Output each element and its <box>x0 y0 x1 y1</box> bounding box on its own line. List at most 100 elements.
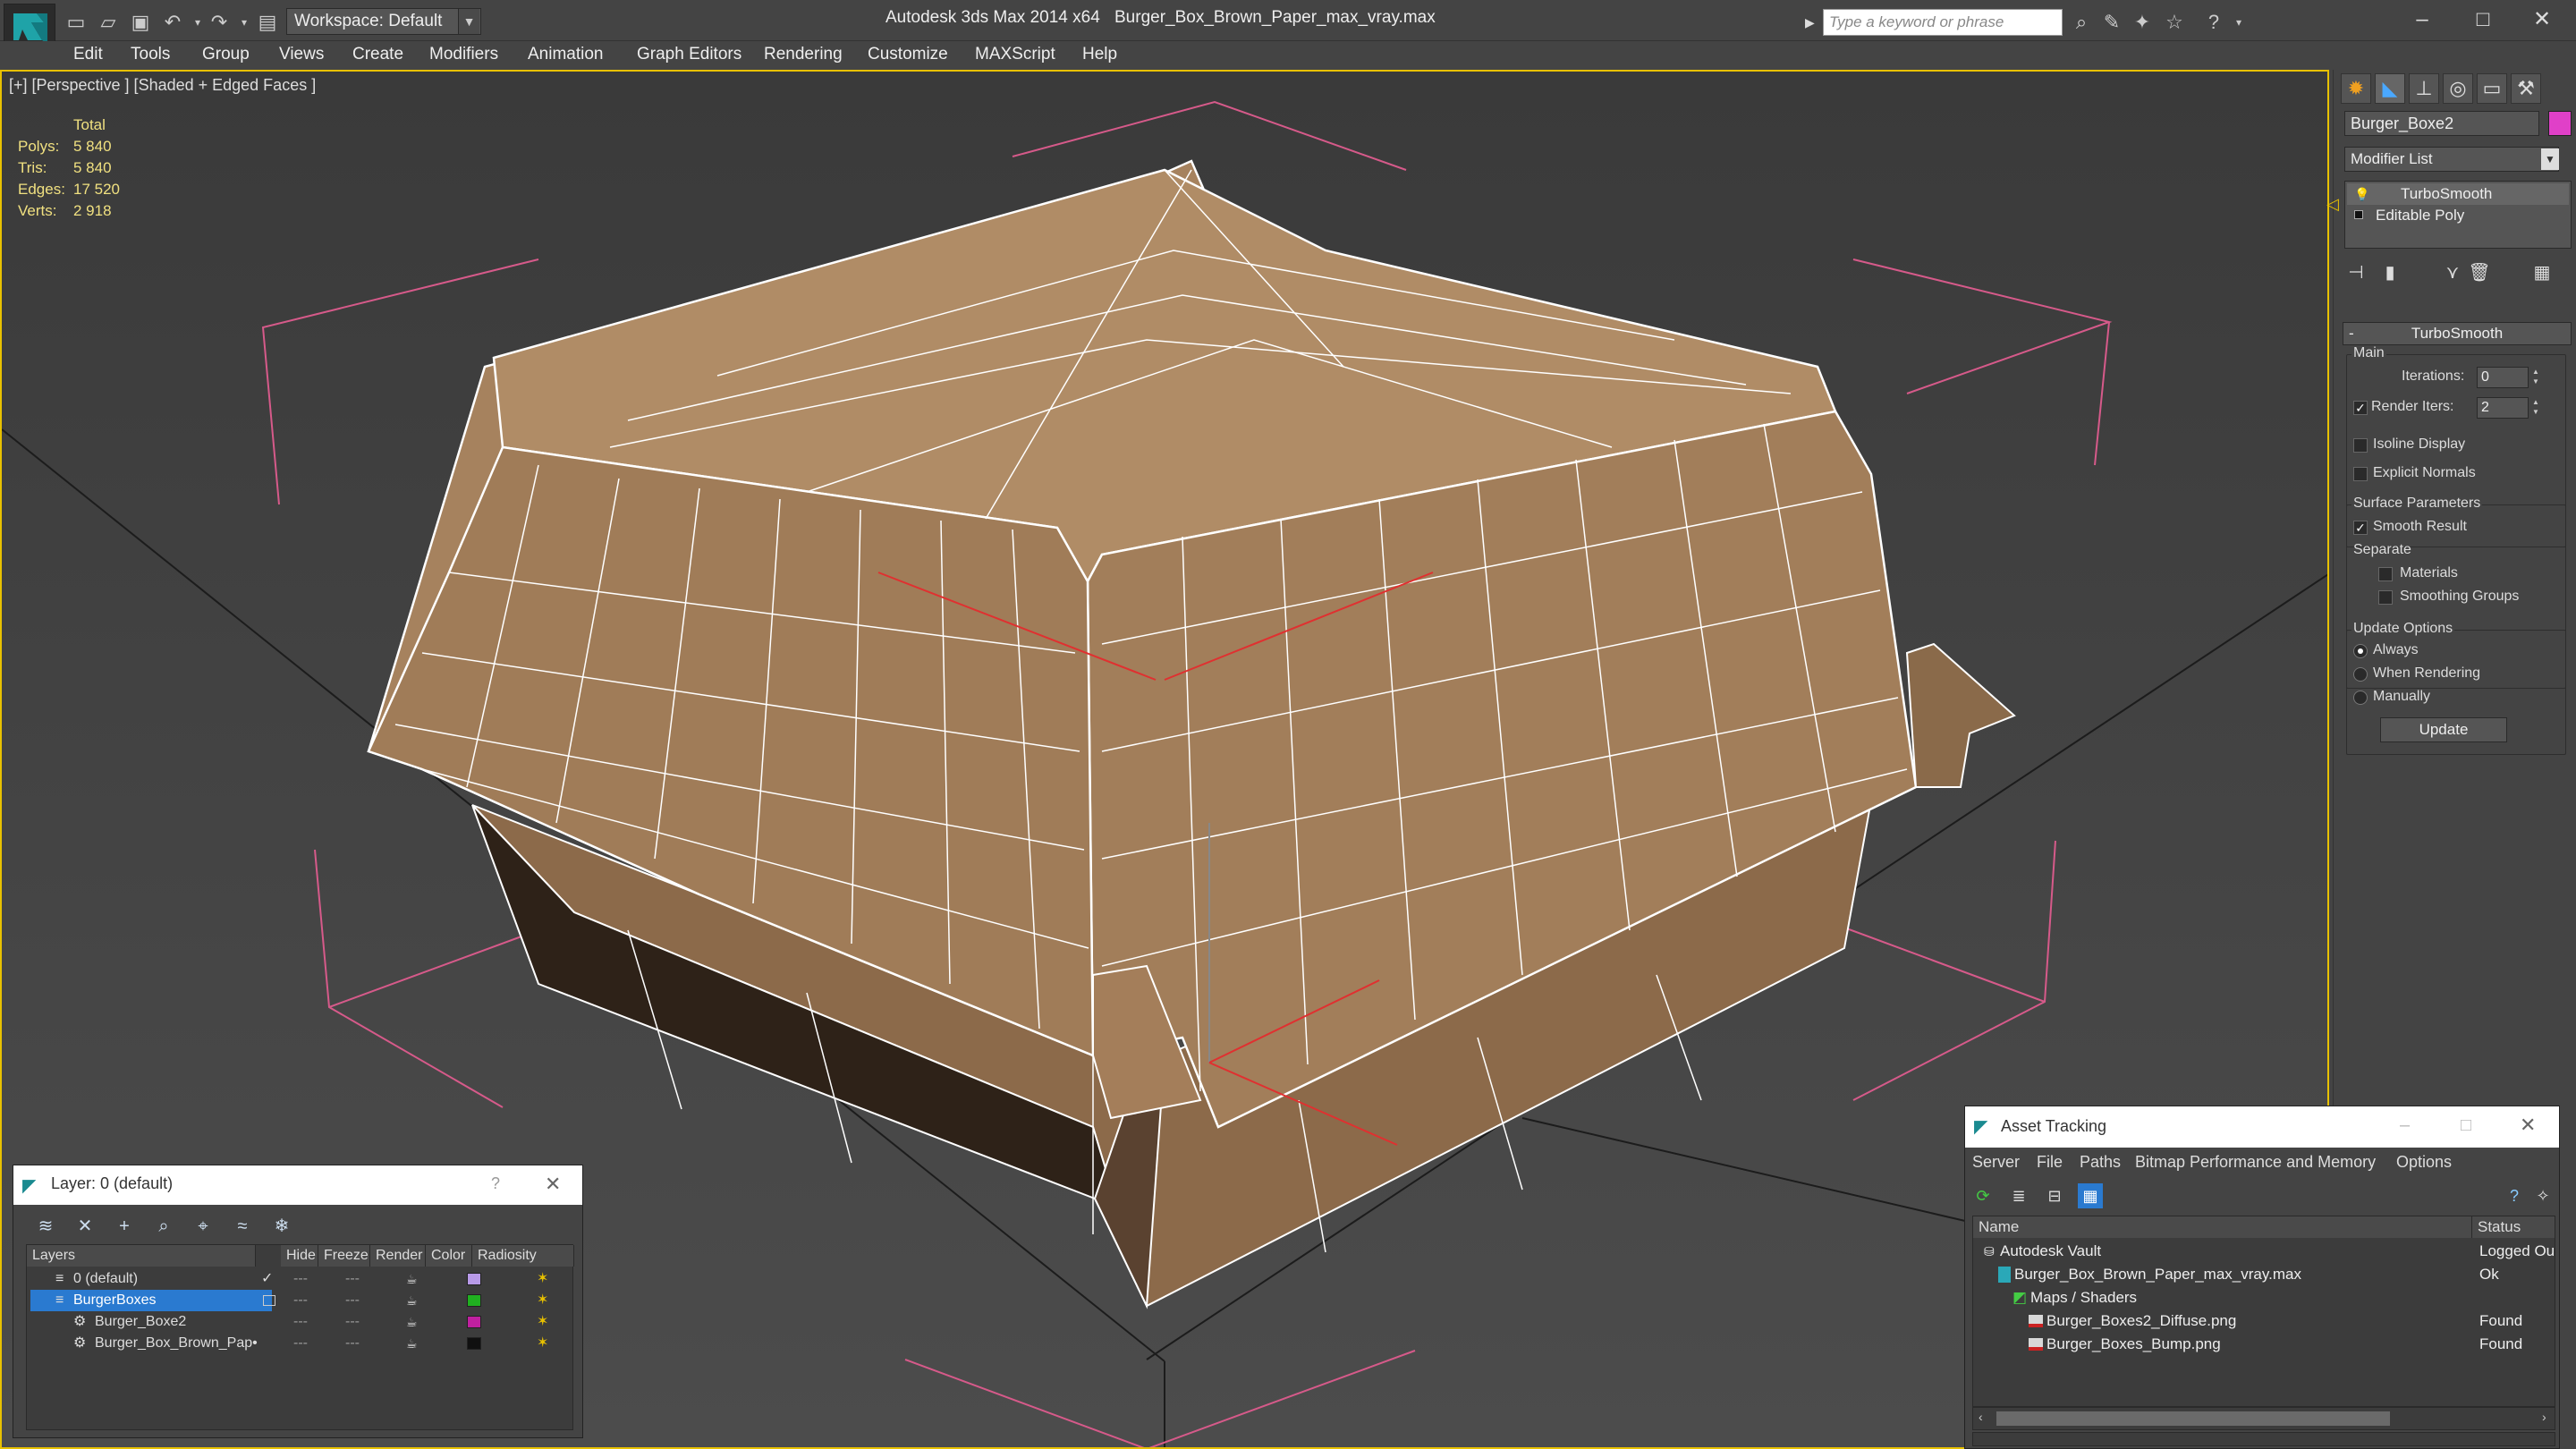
freeze-toggle[interactable]: --- <box>345 1311 365 1333</box>
menu-options[interactable]: Options <box>2396 1153 2452 1172</box>
manually-radio[interactable] <box>2353 691 2368 705</box>
hide-toggle[interactable]: --- <box>293 1268 313 1290</box>
project-folder-icon[interactable]: ▤ <box>256 11 279 34</box>
modifier-list-dropdown[interactable]: Modifier List <box>2344 147 2559 172</box>
hierarchy-tab-icon[interactable]: ⊥ <box>2409 73 2439 104</box>
column-header[interactable]: Radiosity <box>472 1245 574 1267</box>
scroll-left-icon[interactable]: ‹ <box>1979 1410 1983 1424</box>
menu-file[interactable]: File <box>2037 1153 2063 1172</box>
undo-icon[interactable]: ↶ <box>161 11 184 34</box>
layer-row[interactable]: ≡ BurgerBoxes --- --- ☕ ✶ <box>27 1290 574 1311</box>
create-layer-icon[interactable]: ≋ <box>33 1214 58 1239</box>
object-color-swatch[interactable] <box>2548 111 2572 136</box>
radiosity-icon[interactable]: ✶ <box>537 1311 548 1333</box>
menu-bitmap-performance[interactable]: Bitmap Performance and Memory <box>2135 1153 2376 1172</box>
create-tab-icon[interactable]: ✹ <box>2341 73 2371 104</box>
search-input[interactable]: Type a keyword or phrase <box>1823 9 2063 36</box>
maximize-icon[interactable]: □ <box>2456 4 2510 36</box>
motion-tab-icon[interactable]: ◎ <box>2443 73 2473 104</box>
layer-dialog-titlebar[interactable]: ◤ Layer: 0 (default) ? ✕ <box>13 1165 582 1205</box>
freeze-toggle[interactable]: --- <box>345 1290 365 1311</box>
favorites-star-icon[interactable]: ☆ <box>2163 11 2186 34</box>
column-header[interactable]: Status <box>2472 1216 2555 1238</box>
stack-item-turbosmooth[interactable]: 💡 TurboSmooth <box>2347 183 2569 205</box>
delete-layer-icon[interactable]: ✕ <box>72 1214 97 1239</box>
spinner-arrows-icon[interactable]: ▲ ▼ <box>2530 367 2541 388</box>
active-toggle[interactable] <box>263 1295 275 1306</box>
menu-tools[interactable]: Tools <box>131 45 170 64</box>
menu-group[interactable]: Group <box>202 45 250 64</box>
layer-row[interactable]: ⚙ Burger_Box_Brown_Pap• --- --- ☕ ✶ <box>27 1333 574 1354</box>
show-end-result-icon[interactable]: ▮ <box>2377 259 2403 286</box>
binoculars-icon[interactable]: ⌕ <box>2070 11 2093 34</box>
asset-row[interactable]: Burger_Box_Brown_Paper_max_vray.max Ok <box>1973 1263 2555 1286</box>
help-icon[interactable]: ? <box>2202 11 2225 34</box>
object-name-field[interactable]: Burger_Boxe2 <box>2344 111 2539 136</box>
menu-maxscript[interactable]: MAXScript <box>975 45 1055 64</box>
open-file-icon[interactable]: ▱ <box>97 11 120 34</box>
context-help-icon[interactable]: ✧ <box>2530 1183 2555 1208</box>
freeze-toggle[interactable]: --- <box>345 1268 365 1290</box>
help-icon[interactable]: ? <box>2502 1183 2527 1208</box>
render-iters-spinner[interactable]: 2 <box>2477 397 2529 419</box>
utilities-tab-icon[interactable]: ⚒ <box>2511 73 2541 104</box>
scrollbar-thumb[interactable] <box>1996 1411 2390 1426</box>
active-check-icon[interactable]: ✓ <box>261 1268 273 1290</box>
remove-modifier-icon[interactable]: 🗑 <box>2466 259 2493 286</box>
render-teapot-icon[interactable]: ☕ <box>406 1333 418 1354</box>
layer-color-swatch[interactable] <box>467 1337 481 1350</box>
asset-row[interactable]: ◩ Maps / Shaders <box>1973 1286 2555 1309</box>
minimize-icon[interactable]: – <box>2395 4 2449 36</box>
search-expand-icon[interactable]: ▶ <box>1805 11 1821 34</box>
render-teapot-icon[interactable]: ☕ <box>406 1268 418 1290</box>
layer-row[interactable]: ⚙ Burger_Boxe2 --- --- ☕ ✶ <box>27 1311 574 1333</box>
layer-color-swatch[interactable] <box>467 1294 481 1307</box>
configure-sets-icon[interactable]: ▦ <box>2529 259 2555 286</box>
asset-dialog-titlebar[interactable]: ◤ Asset Tracking – □ ✕ <box>1965 1106 2559 1148</box>
asset-row[interactable]: ⛁ Autodesk Vault Logged Ou <box>1973 1240 2555 1263</box>
freeze-toggle[interactable]: --- <box>345 1333 365 1354</box>
workspace-dropdown[interactable]: Workspace: Default <box>286 8 481 35</box>
menu-animation[interactable]: Animation <box>528 45 604 64</box>
hide-toggle[interactable]: --- <box>293 1290 313 1311</box>
minimize-icon[interactable]: – <box>2400 1115 2410 1136</box>
redo-dropdown-icon[interactable]: ▾ <box>233 11 256 34</box>
add-to-layer-icon[interactable]: + <box>112 1214 137 1239</box>
save-file-icon[interactable]: ▣ <box>129 11 152 34</box>
radiosity-icon[interactable]: ✶ <box>537 1268 548 1290</box>
viewport-label[interactable]: [+] [Perspective ] [Shaded + Edged Faces… <box>9 76 316 95</box>
column-header[interactable]: Render <box>370 1245 426 1267</box>
menu-customize[interactable]: Customize <box>868 45 948 64</box>
refresh-icon[interactable]: ⟳ <box>1970 1183 1996 1208</box>
menu-graph-editors[interactable]: Graph Editors <box>637 45 741 64</box>
layer-color-swatch[interactable] <box>467 1316 481 1328</box>
pin-stack-icon[interactable]: ⊣ <box>2343 259 2369 286</box>
menu-modifiers[interactable]: Modifiers <box>429 45 498 64</box>
maximize-icon[interactable]: □ <box>2461 1115 2471 1136</box>
layer-color-swatch[interactable] <box>467 1273 481 1285</box>
freeze-all-icon[interactable]: ❄ <box>269 1214 294 1239</box>
chevron-down-icon[interactable]: ▼ <box>2541 148 2559 170</box>
undo-dropdown-icon[interactable]: ▾ <box>186 11 209 34</box>
hide-toggle[interactable]: --- <box>293 1311 313 1333</box>
explicit-normals-checkbox[interactable] <box>2353 467 2368 481</box>
column-header[interactable]: Color <box>426 1245 472 1267</box>
horizontal-scrollbar[interactable]: ‹ › <box>1972 1407 2555 1430</box>
subscription-icon[interactable]: ✎ <box>2100 11 2123 34</box>
help-icon[interactable]: ? <box>491 1174 500 1193</box>
menu-edit[interactable]: Edit <box>73 45 103 64</box>
highlight-layer-icon[interactable]: ⌖ <box>191 1214 216 1239</box>
when-rendering-radio[interactable] <box>2353 667 2368 682</box>
turbosmooth-rollout-header[interactable]: - TurboSmooth <box>2343 322 2572 345</box>
lightbulb-icon[interactable]: 💡 <box>2354 183 2369 205</box>
hide-all-icon[interactable]: ≈ <box>230 1214 255 1239</box>
scroll-right-icon[interactable]: › <box>2542 1410 2546 1424</box>
list-view-icon[interactable]: ≣ <box>2006 1183 2031 1208</box>
hide-toggle[interactable]: --- <box>293 1333 313 1354</box>
layer-row[interactable]: ≡ 0 (default) ✓ --- --- ☕ ✶ <box>27 1268 574 1290</box>
menu-help[interactable]: Help <box>1082 45 1117 64</box>
communication-center-icon[interactable]: ✦ <box>2131 11 2154 34</box>
radiosity-icon[interactable]: ✶ <box>537 1333 548 1354</box>
asset-row[interactable]: Burger_Boxes_Bump.png Found <box>1973 1333 2555 1356</box>
make-unique-icon[interactable]: ⋎ <box>2439 259 2466 286</box>
